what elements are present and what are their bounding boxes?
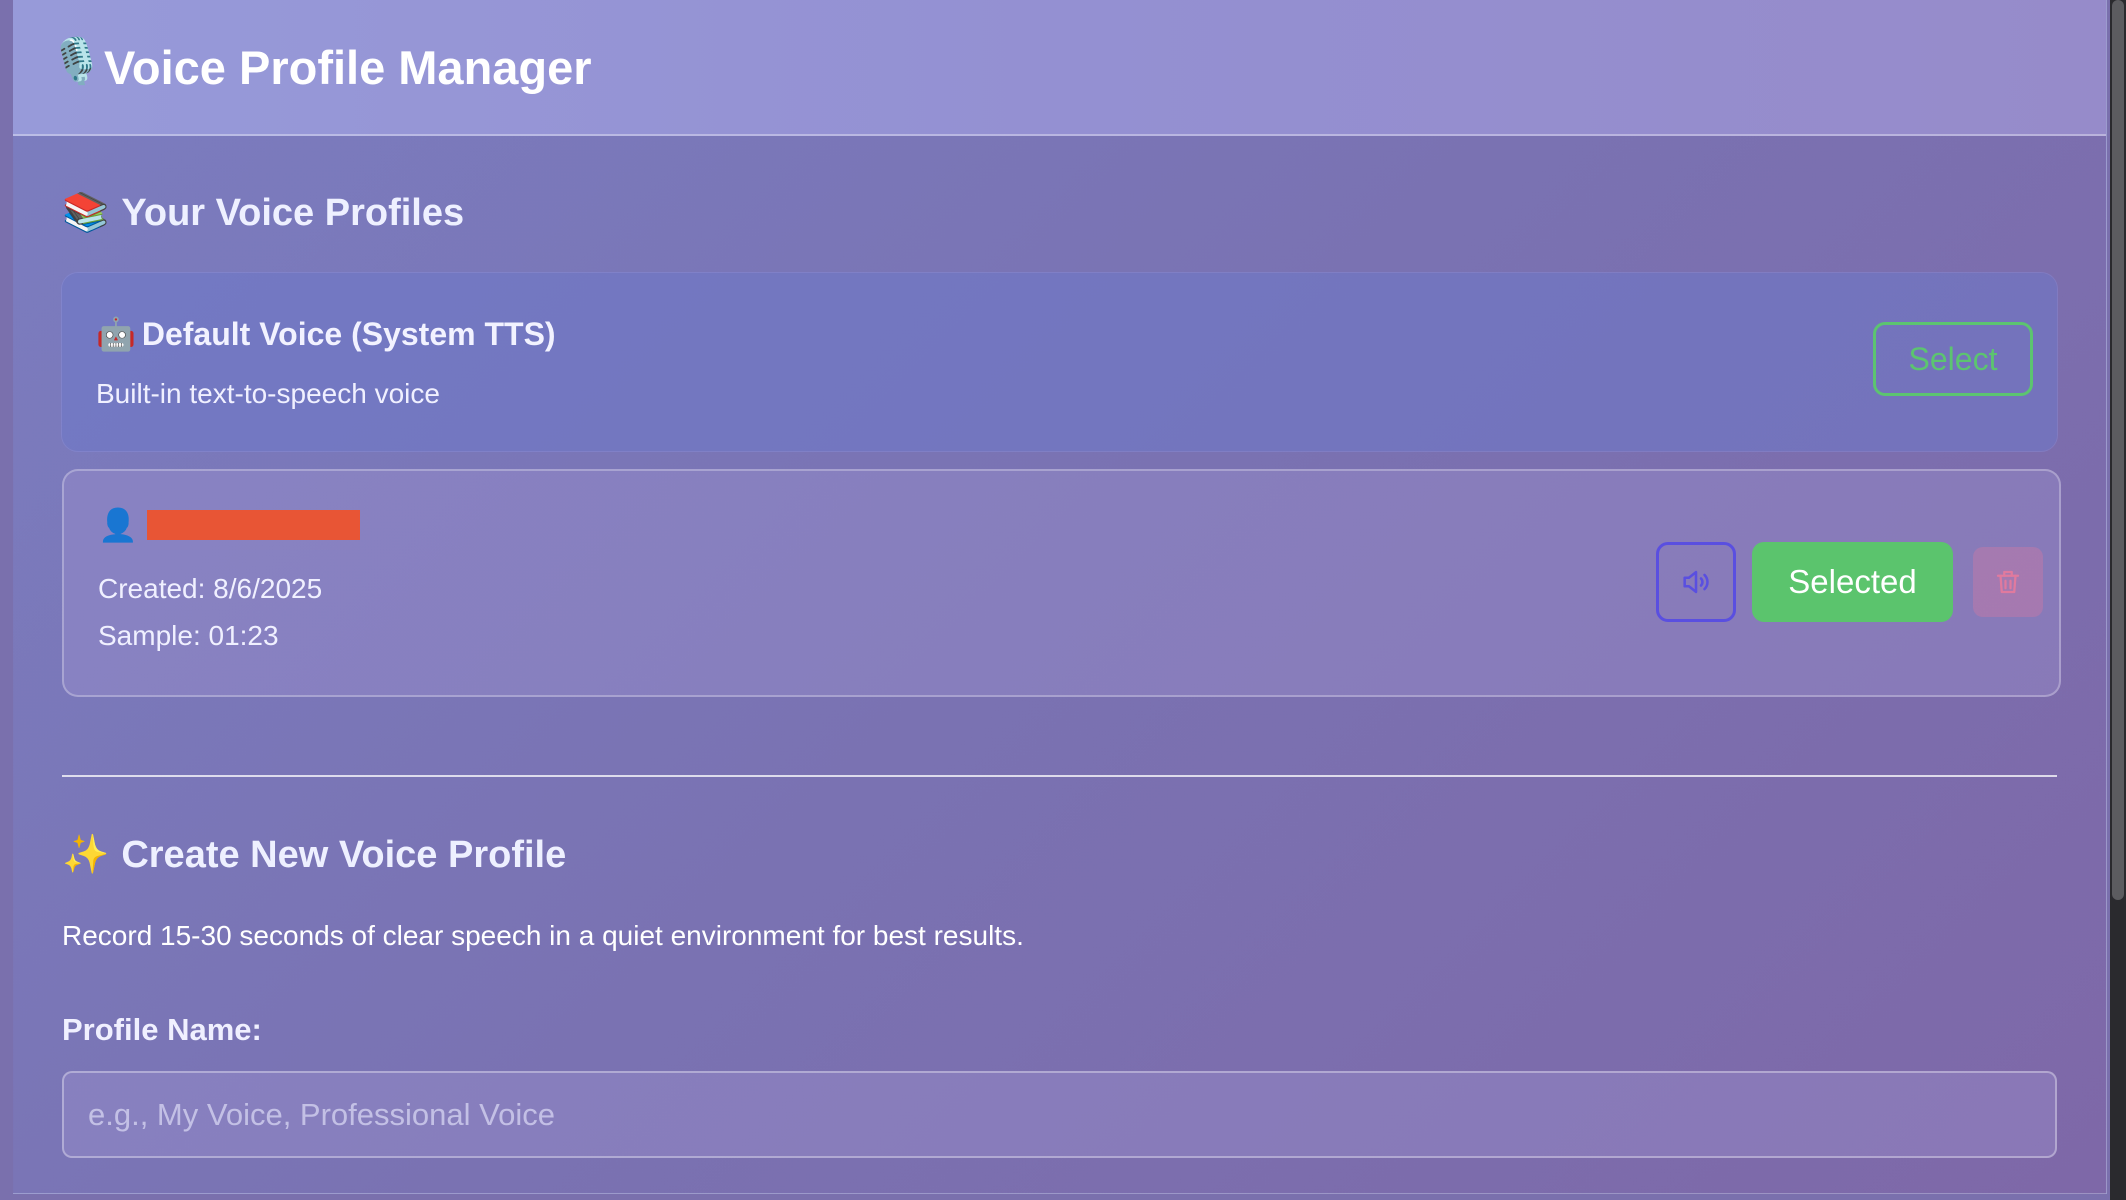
profile-sample-length: Sample: 01:23 [98, 620, 279, 651]
create-section-title: ✨ Create New Voice Profile [62, 832, 566, 877]
select-button[interactable]: Select [1873, 322, 2033, 396]
books-icon: 📚 [62, 190, 110, 234]
app-header: 🎙️ Voice Profile Manager [13, 0, 2106, 136]
profile-name: 🤖 Default Voice (System TTS) [96, 315, 556, 353]
app-window: 🎙️ Voice Profile Manager 📚 Your Voice Pro… [13, 0, 2107, 1194]
delete-profile-button[interactable] [1973, 547, 2043, 617]
selected-button[interactable]: Selected [1752, 542, 1953, 622]
person-icon: 👤 [98, 506, 138, 544]
trash-icon [1996, 570, 2020, 594]
redacted-profile-name [147, 510, 360, 540]
profiles-section-label: Your Voice Profiles [121, 192, 465, 234]
scrollbar-thumb[interactable] [2112, 0, 2124, 900]
profile-name-label: Profile Name: [62, 1012, 262, 1047]
profile-card-default[interactable]: 🤖 Default Voice (System TTS) Built-in tex… [62, 273, 2057, 451]
robot-icon: 🤖 [96, 315, 136, 353]
profiles-section-title: 📚 Your Voice Profiles [62, 190, 464, 235]
section-divider [62, 775, 2057, 777]
app-title: Voice Profile Manager [104, 41, 592, 94]
create-instructions: Record 15-30 seconds of clear speech in … [62, 920, 1024, 951]
play-sample-button[interactable] [1656, 542, 1736, 622]
create-section-label: Create New Voice Profile [121, 834, 567, 876]
profile-created-date: Created: 8/6/2025 [98, 573, 323, 604]
microphone-icon: 🎙️ [49, 36, 104, 87]
profile-description: Built-in text-to-speech voice [96, 378, 440, 409]
sparkles-icon: ✨ [62, 832, 110, 876]
profile-name-text: Default Voice (System TTS) [141, 316, 556, 352]
speaker-icon [1683, 570, 1709, 594]
profile-card-custom[interactable]: 👤 Created: 8/6/2025 Sample: 01:23 Select… [62, 469, 2061, 697]
profile-name-input[interactable] [62, 1071, 2057, 1158]
